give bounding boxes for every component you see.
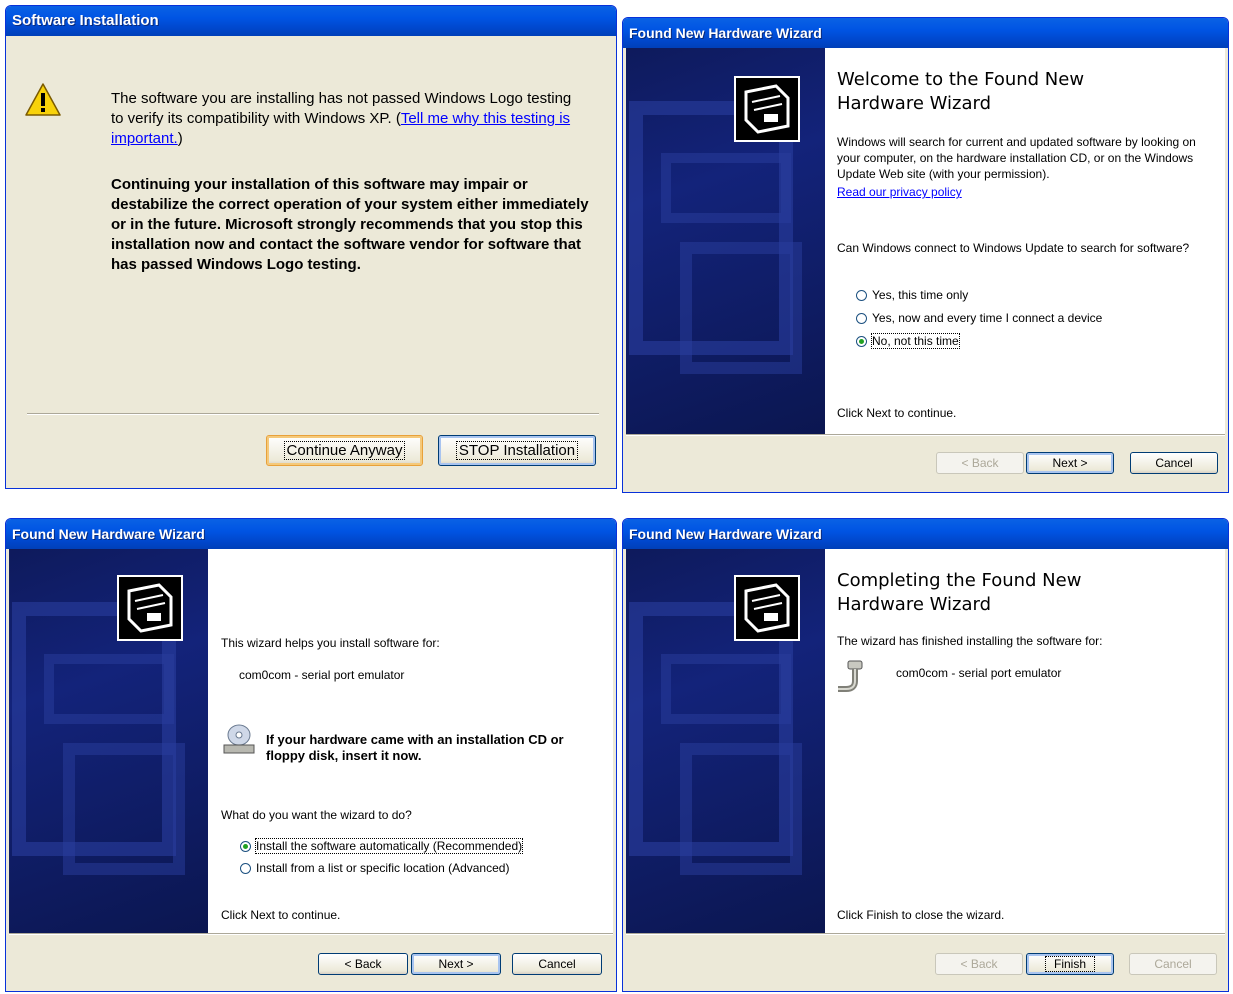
wizard-body: Welcome to the Found New Hardware Wizard… [626,48,1225,489]
wizard-intro: Windows will search for current and upda… [837,135,1196,181]
wizard-title: Found New Hardware Wizard [623,18,1228,48]
wizard-page: Welcome to the Found New Hardware Wizard… [626,48,1225,434]
separator [626,933,1225,935]
privacy-policy-link[interactable]: Read our privacy policy [837,184,962,200]
cd-drive-icon [221,723,257,760]
wizard-intro: The wizard has finished installing the s… [837,634,1103,648]
continue-anyway-button[interactable]: Continue Anyway [266,435,423,466]
next-button[interactable]: Next > [411,953,501,975]
stop-installation-button[interactable]: STOP Installation [438,435,596,466]
wizard-title: Found New Hardware Wizard [623,519,1228,549]
wizard-intro: This wizard helps you install software f… [221,636,440,650]
warning-message: Continuing your installation of this sof… [111,176,589,273]
message-close: ) [177,130,183,147]
complete-wizard-window: Found New Hardware Wizard Completing the… [622,518,1229,992]
hardware-icon [734,575,800,641]
radio-install-from-list[interactable]: Install from a list or specific location… [240,861,509,875]
back-button[interactable]: < Back [936,452,1024,474]
wizard-body: This wizard helps you install software f… [9,549,613,988]
cancel-button[interactable]: Cancel [1129,953,1217,975]
radio-yes-this-time[interactable]: Yes, this time only [856,288,968,302]
wizard-body: Completing the Found New Hardware Wizard… [626,549,1225,988]
radio-button-icon [240,862,251,874]
separator [9,933,613,935]
wizard-footer-text: Click Next to continue. [221,908,341,922]
wizard-title: Found New Hardware Wizard [6,519,616,549]
serial-port-icon [836,659,868,702]
back-button[interactable]: < Back [935,953,1023,975]
wizard-page: Completing the Found New Hardware Wizard… [626,549,1225,933]
wizard-footer-text: Click Finish to close the wizard. [837,908,1005,922]
warning-icon [25,82,61,121]
dialog-title: Software Installation [6,6,616,36]
radio-button-icon [856,289,867,301]
radio-button-icon [240,840,251,852]
wizard-question: What do you want the wizard to do? [221,808,412,822]
software-installation-dialog: Software Installation The software you a… [5,5,617,489]
next-button[interactable]: Next > [1026,452,1114,474]
radio-no-not-this-time[interactable]: No, not this time [856,333,960,349]
back-button[interactable]: < Back [318,953,408,975]
cd-hint: If your hardware came with an installati… [266,732,564,763]
radio-button-icon [856,312,867,324]
radio-install-automatically[interactable]: Install the software automatically (Reco… [240,838,524,854]
finish-button[interactable]: Finish [1026,953,1114,975]
separator [27,413,599,415]
radio-yes-every-time[interactable]: Yes, now and every time I connect a devi… [856,311,1102,325]
device-name: com0com - serial port emulator [896,666,1062,680]
wizard-footer-text: Click Next to continue. [837,406,957,420]
cancel-button[interactable]: Cancel [512,953,602,975]
compatibility-message: The software you are installing has not … [111,89,581,149]
welcome-wizard-window: Found New Hardware Wizard Welcome to the… [622,17,1229,493]
wizard-heading: Completing the Found New Hardware Wizard [837,570,1082,615]
device-name: com0com - serial port emulator [239,668,405,682]
wizard-page: This wizard helps you install software f… [9,549,613,933]
hardware-icon [117,575,183,641]
install-wizard-window: Found New Hardware Wizard This wizard he… [5,518,617,992]
cancel-button[interactable]: Cancel [1130,452,1218,474]
update-question: Can Windows connect to Windows Update to… [837,241,1190,255]
separator [626,434,1225,436]
radio-button-icon [856,335,867,347]
hardware-icon [734,76,800,142]
wizard-heading: Welcome to the Found New Hardware Wizard [837,69,1085,114]
dialog-body: The software you are installing has not … [9,36,613,485]
